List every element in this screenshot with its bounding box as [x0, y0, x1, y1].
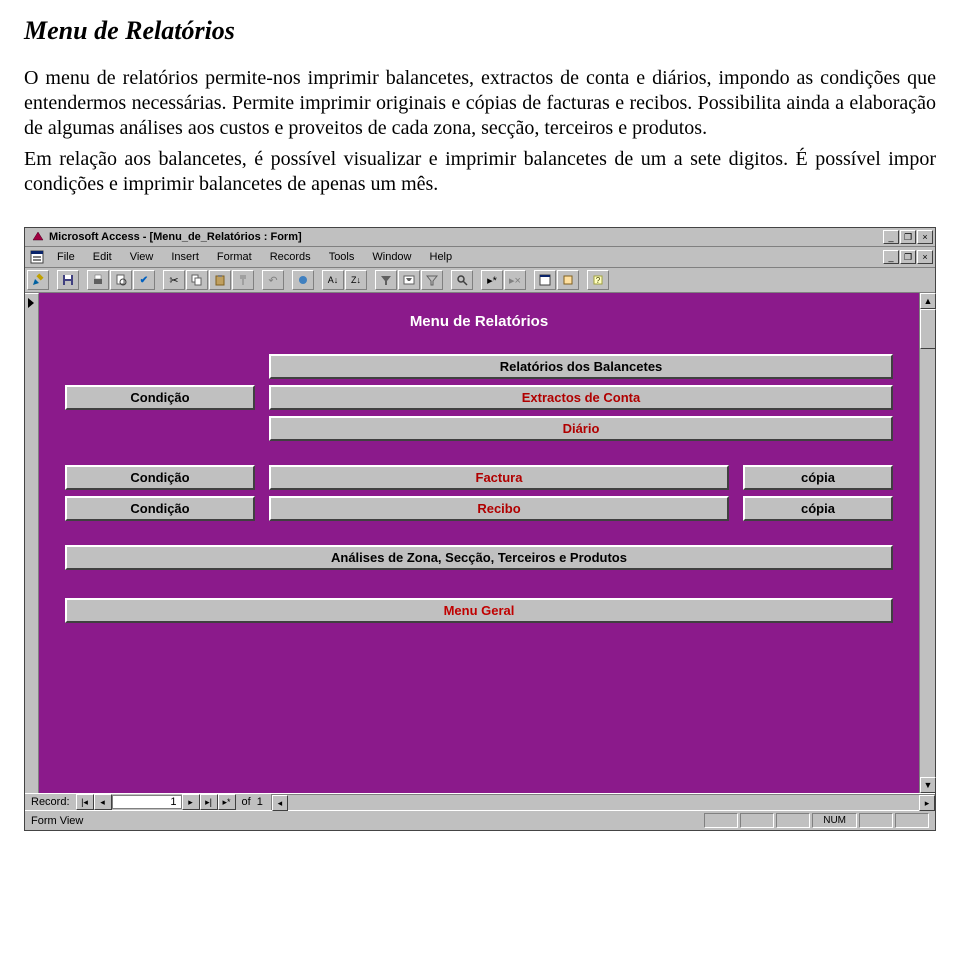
new-object-button[interactable] [557, 270, 579, 290]
condicao-button-recibo[interactable]: Condição [65, 496, 255, 521]
record-navigator: Record: |◂ ◂ ▸ ▸| ▸* of 1 ◂ ▸ [25, 793, 935, 810]
new-record-button[interactable]: ▸* [481, 270, 503, 290]
of-label: of [236, 796, 257, 808]
restore-button[interactable]: ❐ [900, 230, 916, 244]
menu-help[interactable]: Help [422, 248, 461, 266]
menubar-row: File Edit View Insert Format Records Too… [25, 247, 935, 268]
condicao-button-group1[interactable]: Condição [65, 385, 255, 410]
save-button[interactable] [57, 270, 79, 290]
menu-insert[interactable]: Insert [163, 248, 207, 266]
minimize-button[interactable]: _ [883, 230, 899, 244]
print-preview-button[interactable] [110, 270, 132, 290]
record-label: Record: [25, 794, 76, 810]
intro-paragraph-1: O menu de relatórios permite-nos imprimi… [24, 66, 936, 141]
copia-factura-button[interactable]: cópia [743, 465, 893, 490]
database-window-button[interactable] [534, 270, 556, 290]
mdi-minimize-button[interactable]: _ [883, 250, 899, 264]
nav-last-button[interactable]: ▸| [200, 794, 218, 810]
record-number-input[interactable] [112, 795, 182, 809]
app-titlebar: Microsoft Access - [Menu_de_Relatórios :… [25, 228, 935, 247]
status-cell-5 [859, 813, 893, 828]
find-button[interactable] [451, 270, 473, 290]
analises-button[interactable]: Análises de Zona, Secção, Terceiros e Pr… [65, 545, 893, 570]
filter-by-form-button[interactable] [398, 270, 420, 290]
copia-recibo-button[interactable]: cópia [743, 496, 893, 521]
condicao-button-factura[interactable]: Condição [65, 465, 255, 490]
relatorios-balancetes-button[interactable]: Relatórios dos Balancetes [269, 354, 893, 379]
status-num-cell: NUM [812, 813, 857, 828]
status-cell-2 [740, 813, 774, 828]
status-cell-6 [895, 813, 929, 828]
nav-new-button[interactable]: ▸* [218, 794, 236, 810]
hscroll-left-button[interactable]: ◂ [272, 795, 288, 811]
menu-window[interactable]: Window [364, 248, 419, 266]
svg-text:?: ? [596, 276, 601, 285]
form-area: Menu de Relatórios Relatórios dos Balanc… [25, 293, 935, 793]
status-cell-3 [776, 813, 810, 828]
menu-edit[interactable]: Edit [85, 248, 120, 266]
scroll-up-button[interactable]: ▲ [920, 293, 936, 309]
nav-prev-button[interactable]: ◂ [94, 794, 112, 810]
scroll-thumb[interactable] [920, 309, 936, 349]
delete-record-button[interactable]: ▸× [504, 270, 526, 290]
spelling-button[interactable]: ✔ [133, 270, 155, 290]
access-window: Microsoft Access - [Menu_de_Relatórios :… [24, 227, 936, 831]
record-selector[interactable] [25, 293, 39, 793]
nav-next-button[interactable]: ▸ [182, 794, 200, 810]
form-canvas: Menu de Relatórios Relatórios dos Balanc… [39, 293, 919, 793]
mdi-close-button[interactable]: × [917, 250, 933, 264]
hscroll-right-button[interactable]: ▸ [919, 795, 935, 811]
menu-file[interactable]: File [49, 248, 83, 266]
close-button[interactable]: × [917, 230, 933, 244]
extractos-conta-button[interactable]: Extractos de Conta [269, 385, 893, 410]
menubar: File Edit View Insert Format Records Too… [49, 248, 883, 266]
format-painter-button[interactable] [232, 270, 254, 290]
paste-button[interactable] [209, 270, 231, 290]
vertical-scrollbar[interactable]: ▲ ▼ [919, 293, 935, 793]
menu-records[interactable]: Records [262, 248, 319, 266]
sort-asc-button[interactable]: A↓ [322, 270, 344, 290]
nav-first-button[interactable]: |◂ [76, 794, 94, 810]
form-mdi-icon[interactable] [29, 249, 45, 265]
help-button[interactable]: ? [587, 270, 609, 290]
mdi-restore-button[interactable]: ❐ [900, 250, 916, 264]
form-heading: Menu de Relatórios [55, 313, 903, 330]
horizontal-scrollbar[interactable]: ◂ ▸ [271, 794, 935, 810]
undo-button[interactable]: ↶ [262, 270, 284, 290]
scroll-down-button[interactable]: ▼ [920, 777, 936, 793]
toolbar: ✔ ✂ ↶ A↓ Z↓ ▸* ▸× ? [25, 268, 935, 293]
insert-hyperlink-button[interactable] [292, 270, 314, 290]
diario-button[interactable]: Diário [269, 416, 893, 441]
menu-view[interactable]: View [122, 248, 162, 266]
cut-button[interactable]: ✂ [163, 270, 185, 290]
apply-filter-button[interactable] [421, 270, 443, 290]
sort-desc-button[interactable]: Z↓ [345, 270, 367, 290]
recibo-button[interactable]: Recibo [269, 496, 729, 521]
design-view-button[interactable] [27, 270, 49, 290]
menu-format[interactable]: Format [209, 248, 260, 266]
copy-button[interactable] [186, 270, 208, 290]
window-title: Microsoft Access - [Menu_de_Relatórios :… [49, 229, 883, 245]
menu-geral-button[interactable]: Menu Geral [65, 598, 893, 623]
page-title: Menu de Relatórios [24, 16, 936, 46]
intro-paragraph-2: Em relação aos balancetes, é possível vi… [24, 147, 936, 197]
filter-by-selection-button[interactable] [375, 270, 397, 290]
record-total: 1 [257, 796, 263, 808]
status-left: Form View [31, 815, 83, 827]
factura-button[interactable]: Factura [269, 465, 729, 490]
print-button[interactable] [87, 270, 109, 290]
access-app-icon [31, 230, 45, 244]
menu-tools[interactable]: Tools [321, 248, 363, 266]
statusbar: Form View NUM [25, 810, 935, 830]
status-cell-1 [704, 813, 738, 828]
